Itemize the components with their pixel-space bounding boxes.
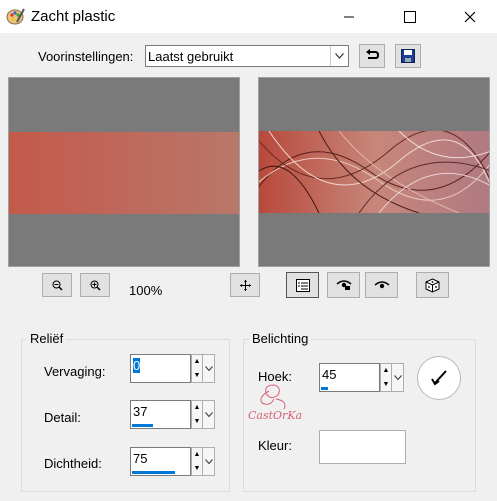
paint-palette-icon: [6, 6, 26, 29]
vervaging-slider-dropdown[interactable]: [202, 354, 215, 383]
close-icon: [464, 11, 476, 22]
detail-slider[interactable]: [132, 424, 153, 427]
dice-icon: [425, 277, 440, 293]
proof-button[interactable]: [286, 272, 319, 298]
undo-arrow-icon: [366, 49, 380, 59]
angle-dial-needle-icon: [431, 370, 447, 386]
svg-text:CastOrKa: CastOrKa: [248, 409, 302, 422]
dichtheid-slider[interactable]: [132, 471, 175, 474]
presets-label: Voorinstellingen:: [38, 49, 134, 64]
dichtheid-value: 75: [133, 451, 148, 466]
vervaging-value: 0: [133, 358, 141, 373]
eye-lock-icon: [336, 280, 351, 290]
angle-dial[interactable]: [417, 356, 461, 400]
chevron-down-icon[interactable]: [330, 46, 348, 66]
detail-slider-dropdown[interactable]: [202, 400, 215, 429]
presets-value: Laatst gebruikt: [148, 49, 234, 64]
preview-band: [9, 132, 239, 214]
eye-icon: [374, 281, 389, 289]
presets-combobox[interactable]: Laatst gebruikt: [145, 45, 349, 67]
close-button[interactable]: [447, 0, 493, 33]
zoom-out-button[interactable]: [42, 273, 72, 297]
hoek-label: Hoek:: [258, 369, 292, 384]
detail-value: 37: [133, 404, 148, 419]
lighting-group-title: Belichting: [249, 331, 312, 346]
dichtheid-label: Dichtheid:: [44, 456, 102, 471]
auto-preview-button[interactable]: [365, 272, 398, 298]
result-preview[interactable]: [258, 77, 490, 267]
maximize-icon: [404, 10, 416, 23]
zoom-in-button[interactable]: [80, 273, 110, 297]
hoek-value: 45: [322, 367, 337, 382]
save-disk-icon: [401, 49, 415, 63]
minimize-icon: [344, 16, 354, 17]
preview-toggle-button[interactable]: [327, 272, 360, 298]
result-texture: [259, 131, 489, 213]
dichtheid-input[interactable]: 75: [130, 447, 191, 476]
save-preset-button[interactable]: [395, 44, 421, 68]
original-preview[interactable]: [8, 77, 240, 267]
reset-button[interactable]: [359, 44, 385, 68]
list-icon: [295, 278, 310, 292]
pan-button[interactable]: [230, 273, 260, 297]
zoom-level: 100%: [129, 283, 163, 298]
vervaging-label: Vervaging:: [44, 364, 106, 379]
vervaging-input[interactable]: 0: [130, 354, 191, 383]
randomize-button[interactable]: [416, 272, 449, 298]
minimize-button[interactable]: [326, 0, 372, 33]
hoek-input[interactable]: 45: [319, 363, 380, 392]
magnifier-minus-icon: [52, 280, 63, 291]
hoek-slider[interactable]: [321, 387, 328, 390]
dichtheid-slider-dropdown[interactable]: [202, 447, 215, 476]
move-arrows-icon: [239, 279, 251, 291]
watermark-signature: CastOrKa: [244, 383, 302, 433]
relief-group-title: Reliëf: [27, 331, 67, 346]
magnifier-plus-icon: [90, 280, 101, 291]
detail-input[interactable]: 37: [130, 400, 191, 429]
detail-label: Detail:: [44, 410, 81, 425]
kleur-label: Kleur:: [258, 438, 292, 453]
kleur-color-swatch[interactable]: [319, 430, 406, 464]
hoek-slider-dropdown[interactable]: [391, 363, 404, 392]
maximize-button[interactable]: [387, 0, 433, 33]
window-title: Zacht plastic: [31, 8, 116, 25]
